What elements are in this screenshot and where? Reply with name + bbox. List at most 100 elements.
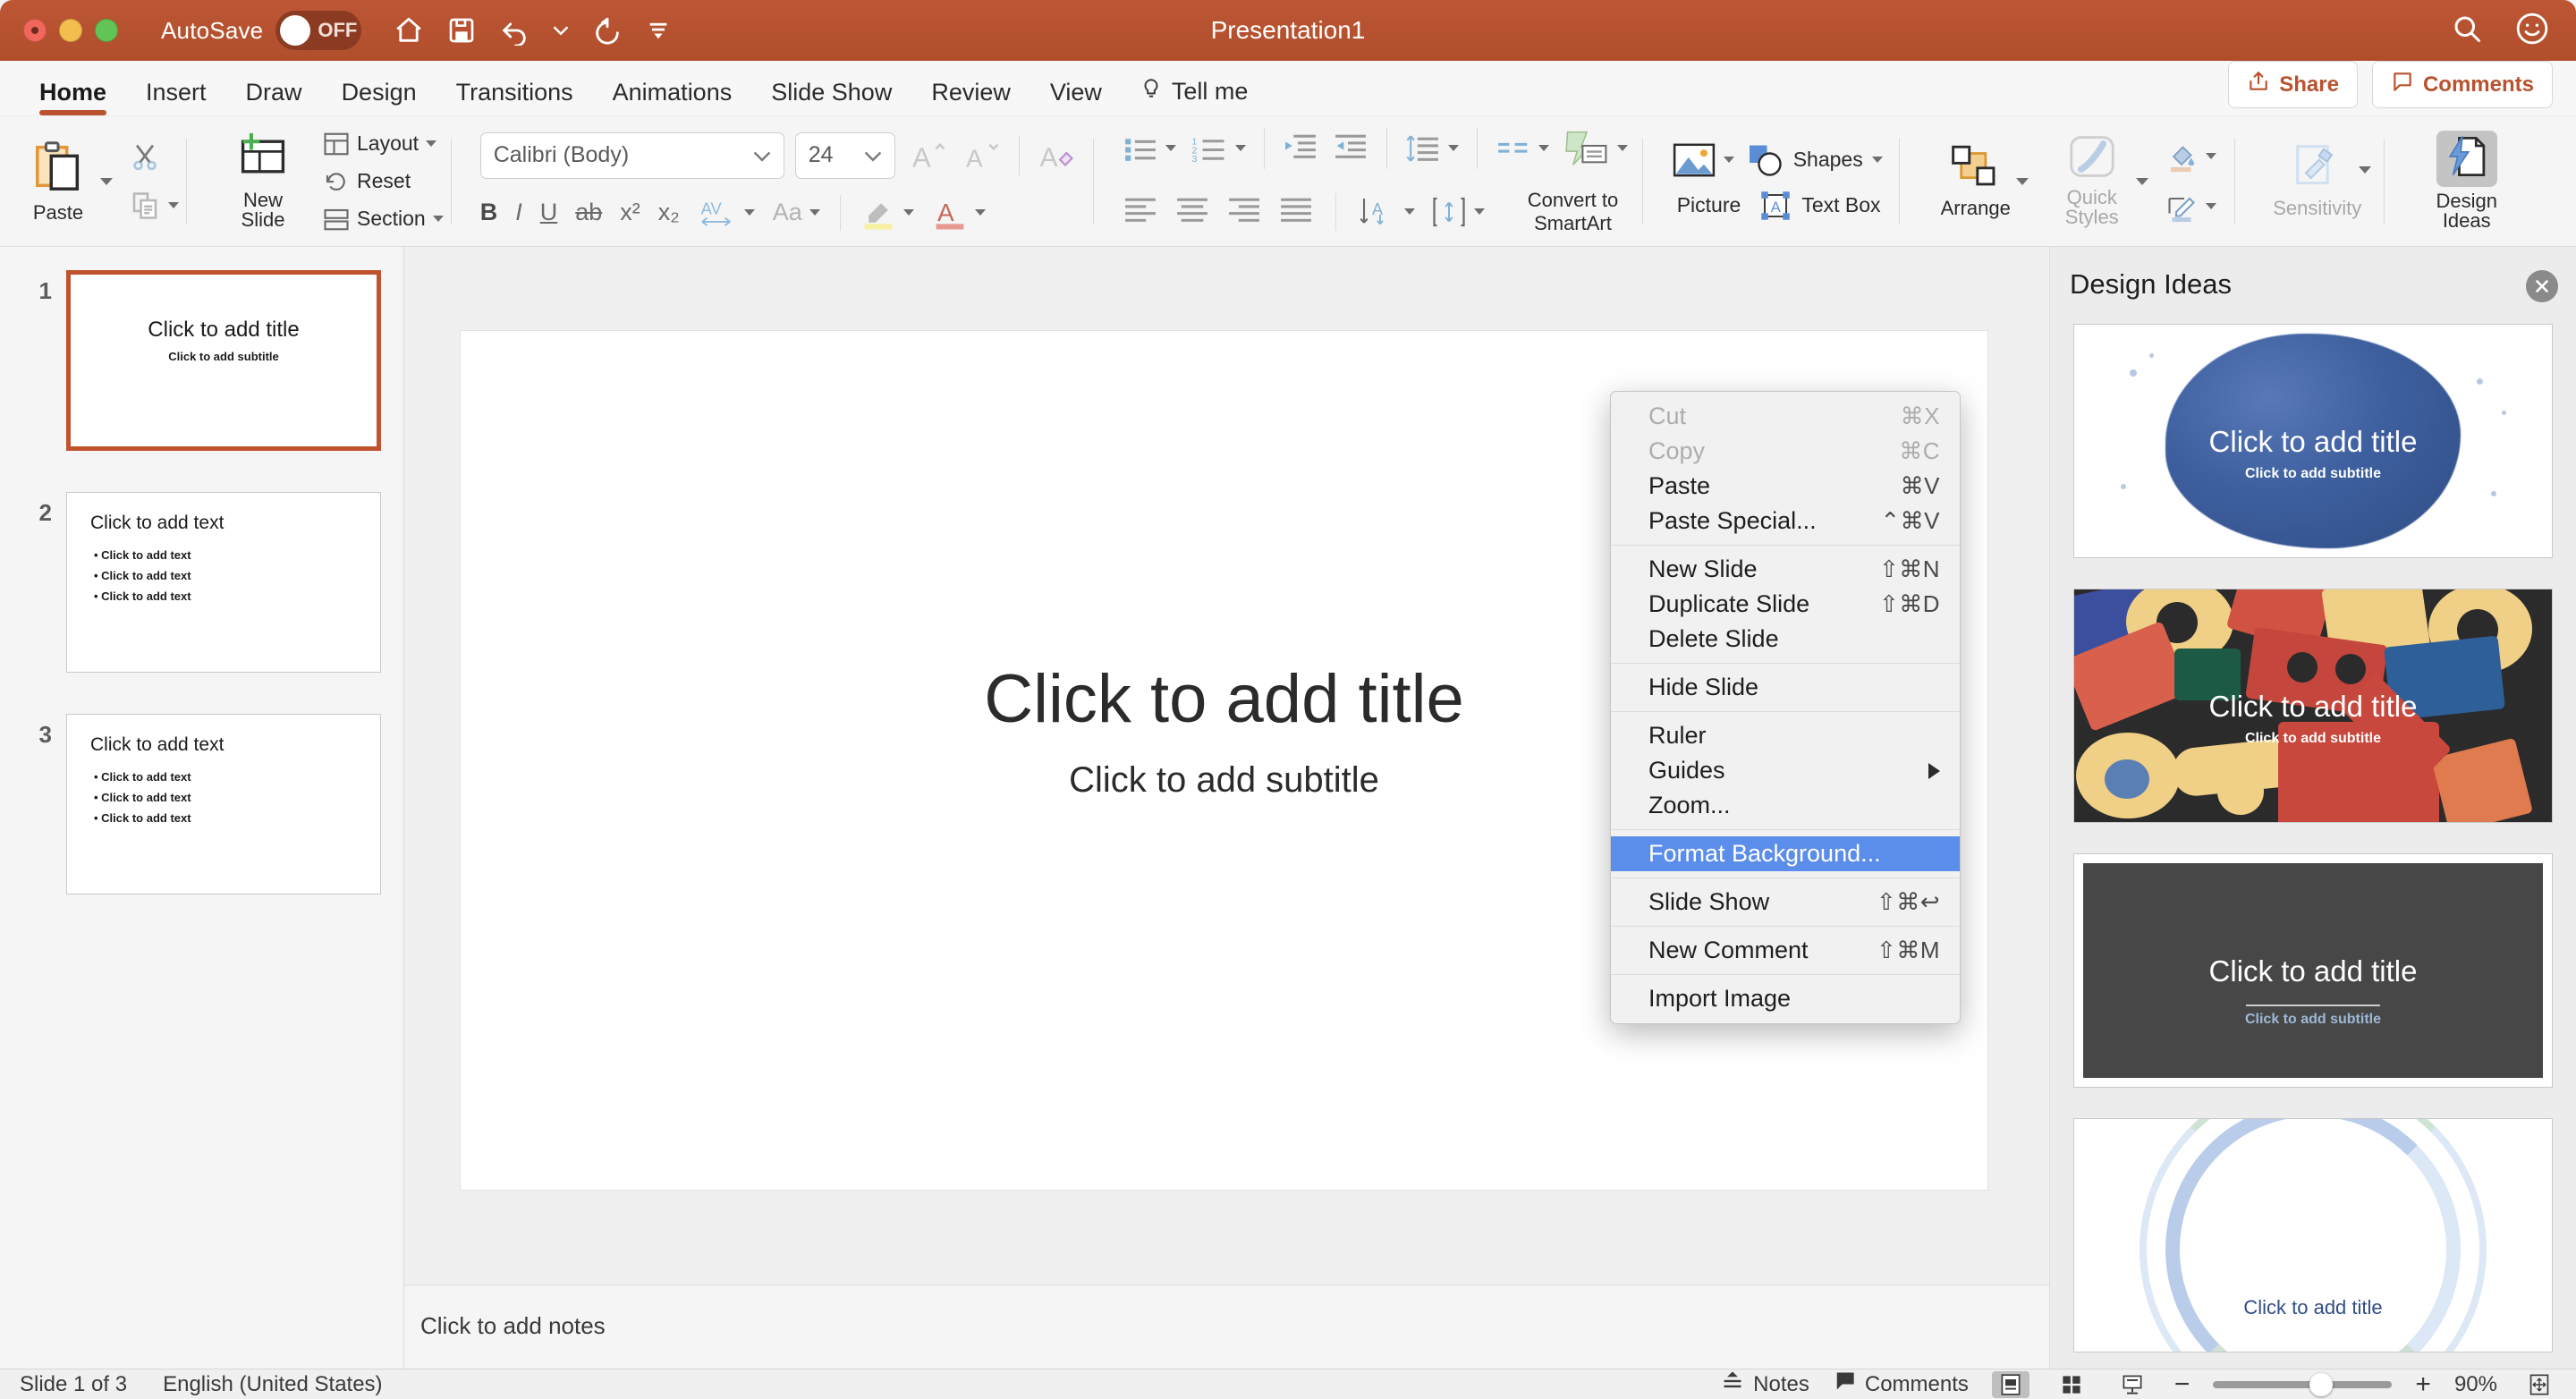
menu-item-copy[interactable]: Copy ⌘C <box>1611 434 1960 469</box>
home-icon[interactable] <box>394 15 424 46</box>
align-center-button[interactable] <box>1174 195 1210 228</box>
picture-button[interactable] <box>1672 141 1734 179</box>
change-case-button[interactable]: Aa <box>773 199 820 226</box>
increase-font-size-button[interactable]: A <box>906 134 949 177</box>
tab-view[interactable]: View <box>1030 79 1122 115</box>
menu-item-slide-show[interactable]: Slide Show ⇧⌘↩ <box>1611 885 1960 920</box>
design-idea-card-2[interactable]: Click to add title Click to add subtitle <box>2073 589 2553 823</box>
thumbnail-row-3[interactable]: 3 Click to add text Click to add text Cl… <box>13 714 403 895</box>
sensitivity-button[interactable]: Sensitivity <box>2264 143 2371 219</box>
new-slide-button[interactable]: New Slide <box>216 131 310 231</box>
undo-icon[interactable] <box>499 15 530 46</box>
superscript-button[interactable]: x² <box>620 199 640 226</box>
font-family-select[interactable]: Calibri (Body) <box>480 132 784 179</box>
bullet-list-button[interactable] <box>1123 133 1176 164</box>
menu-item-paste[interactable]: Paste ⌘V <box>1611 469 1960 504</box>
sensitivity-dropdown-icon[interactable] <box>2359 166 2371 174</box>
align-left-button[interactable] <box>1123 195 1158 228</box>
chevron-down-icon[interactable] <box>553 22 569 38</box>
design-ideas-button[interactable]: Design Ideas <box>2413 131 2521 232</box>
notes-placeholder[interactable]: Click to add notes <box>420 1312 606 1340</box>
tab-draw[interactable]: Draw <box>226 79 322 115</box>
autosave-toggle[interactable]: OFF <box>275 11 361 50</box>
thumbnail-row-2[interactable]: 2 Click to add text Click to add text Cl… <box>13 492 403 673</box>
thumbnail-row-1[interactable]: 1 Click to add title Click to add subtit… <box>13 270 403 451</box>
menu-item-ruler[interactable]: Ruler <box>1611 718 1960 753</box>
menu-item-paste-special[interactable]: Paste Special... ⌃⌘V <box>1611 504 1960 538</box>
strikethrough-button[interactable]: ab <box>575 199 602 226</box>
reset-button[interactable]: Reset <box>323 169 444 194</box>
menu-item-hide-slide[interactable]: Hide Slide <box>1611 670 1960 705</box>
text-direction-button[interactable]: A <box>1358 196 1415 228</box>
normal-view-button[interactable] <box>1992 1371 2029 1398</box>
fit-slide-button[interactable] <box>2521 1371 2558 1398</box>
comments-button[interactable]: Comments <box>2372 61 2553 108</box>
subscript-button[interactable]: x₂ <box>658 199 680 226</box>
menu-item-new-comment[interactable]: New Comment ⇧⌘M <box>1611 933 1960 968</box>
convert-to-smartart-button[interactable]: Convert to SmartArt <box>1528 189 1619 235</box>
italic-button[interactable]: I <box>515 199 522 226</box>
tab-transitions[interactable]: Transitions <box>436 79 593 115</box>
slide-thumbnail-pane[interactable]: 1 Click to add title Click to add subtit… <box>0 247 404 1369</box>
account-icon[interactable] <box>2515 12 2549 50</box>
tab-animations[interactable]: Animations <box>593 79 752 115</box>
copy-dropdown-icon[interactable] <box>168 202 179 208</box>
layout-button[interactable]: Layout <box>323 131 444 157</box>
font-color-button[interactable]: A <box>932 196 986 230</box>
slide-context-menu[interactable]: Cut ⌘X Copy ⌘C Paste ⌘V Paste Special...… <box>1610 391 1961 1024</box>
search-icon[interactable] <box>2451 13 2483 49</box>
cut-button[interactable] <box>129 141 179 174</box>
section-button[interactable]: Section <box>323 207 444 232</box>
clear-formatting-button[interactable]: A <box>1036 134 1079 177</box>
menu-item-delete-slide[interactable]: Delete Slide <box>1611 622 1960 657</box>
close-window-button[interactable] <box>23 19 47 42</box>
quick-styles-button[interactable]: Quick Styles <box>2045 134 2140 228</box>
numbered-list-button[interactable]: 123 <box>1191 133 1246 164</box>
justify-button[interactable] <box>1278 195 1314 228</box>
autosave-control[interactable]: AutoSave OFF <box>161 11 361 50</box>
notes-pane[interactable]: Click to add notes <box>404 1285 2049 1369</box>
maximize-window-button[interactable] <box>95 19 118 42</box>
columns-button[interactable] <box>1496 133 1549 164</box>
bold-button[interactable]: B <box>480 199 498 226</box>
comments-status-button[interactable]: Comments <box>1833 1369 1969 1399</box>
copy-button[interactable] <box>129 190 179 222</box>
shapes-button[interactable]: Shapes <box>1747 142 1883 178</box>
menu-item-cut[interactable]: Cut ⌘X <box>1611 399 1960 434</box>
reading-view-button[interactable] <box>2114 1371 2151 1398</box>
save-icon[interactable] <box>447 16 476 45</box>
zoom-slider-handle[interactable] <box>2309 1373 2333 1396</box>
minimize-window-button[interactable] <box>59 19 82 42</box>
notes-button[interactable]: Notes <box>1721 1369 1809 1399</box>
decrease-indent-button[interactable] <box>1283 131 1318 165</box>
text-box-button[interactable]: A Text Box <box>1758 190 1880 222</box>
shape-outline-button[interactable] <box>2165 191 2216 223</box>
tab-design[interactable]: Design <box>322 79 436 115</box>
redo-icon[interactable] <box>592 15 623 46</box>
section-dropdown-icon[interactable] <box>433 216 444 222</box>
design-idea-card-1[interactable]: Click to add title Click to add subtitle <box>2073 324 2553 558</box>
share-button[interactable]: Share <box>2228 61 2358 108</box>
menu-item-import-image[interactable]: Import Image <box>1611 981 1960 1016</box>
slide-sorter-button[interactable] <box>2053 1371 2090 1398</box>
tab-home[interactable]: Home <box>20 79 126 115</box>
underline-button[interactable]: U <box>540 199 558 226</box>
language-indicator[interactable]: English (United States) <box>163 1372 382 1397</box>
slide-thumbnail-3[interactable]: Click to add text Click to add text Clic… <box>66 714 381 895</box>
menu-item-guides[interactable]: Guides <box>1611 753 1960 788</box>
slide-thumbnail-2[interactable]: Click to add text Click to add text Clic… <box>66 492 381 673</box>
text-highlight-button[interactable] <box>860 196 914 230</box>
line-spacing-button[interactable] <box>1405 133 1459 164</box>
menu-item-format-background[interactable]: Format Background... <box>1611 836 1960 871</box>
tab-insert[interactable]: Insert <box>126 79 226 115</box>
slide-thumbnail-1[interactable]: Click to add title Click to add subtitle <box>66 270 381 451</box>
paste-button[interactable]: Paste <box>11 139 106 224</box>
zoom-out-button[interactable]: − <box>2174 1369 2190 1399</box>
design-idea-card-4[interactable]: Click to add title <box>2073 1118 2553 1352</box>
arrange-button[interactable]: Arrange <box>1928 143 2023 219</box>
font-size-select[interactable]: 24 <box>795 132 895 179</box>
arrange-dropdown-icon[interactable] <box>2016 178 2029 185</box>
quick-styles-dropdown-icon[interactable] <box>2136 178 2148 185</box>
customize-toolbar-icon[interactable] <box>646 18 671 43</box>
align-right-button[interactable] <box>1226 195 1262 228</box>
